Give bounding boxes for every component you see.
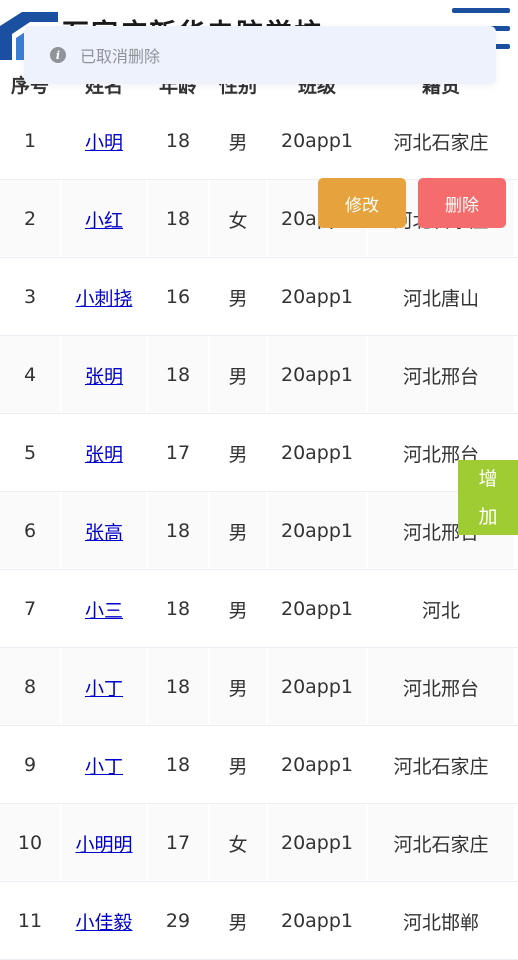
cell-gender: 男 xyxy=(228,599,248,622)
cell-gender: 男 xyxy=(228,443,248,466)
add-button-label-2: 加 xyxy=(478,505,498,528)
cell-hometown: 河北邢台 xyxy=(402,365,479,388)
cell-age: 18 xyxy=(165,364,191,386)
cell-gender: 男 xyxy=(228,287,248,310)
cell-name: 小三 xyxy=(62,570,146,648)
cell-hometown: 河北石家庄 xyxy=(393,131,489,154)
cell-hometown: 河北 xyxy=(421,599,460,622)
cell-gender: 男 xyxy=(228,755,248,778)
cell-age: 18 xyxy=(165,130,191,152)
table-row: 6 张高 18 男 20app1 河北邢台 xyxy=(0,492,518,570)
cell-name: 小丁 xyxy=(62,726,146,804)
cell-hometown: 河北邢台 xyxy=(402,677,479,700)
cell-age: 18 xyxy=(165,754,191,776)
cell-class: 20app1 xyxy=(280,520,354,542)
student-name-link[interactable]: 小红 xyxy=(85,206,123,233)
cell-id: 10 xyxy=(17,832,43,854)
cell-id: 4 xyxy=(23,364,37,386)
cell-id: 9 xyxy=(23,754,37,776)
message-toast: i 已取消删除 xyxy=(24,26,496,84)
table-row: 3 小刺挠 16 男 20app1 河北唐山 xyxy=(0,258,518,336)
cell-age: 17 xyxy=(165,832,191,854)
table-row: 9 小丁 18 男 20app1 河北石家庄 xyxy=(0,726,518,804)
cell-class: 20app1 xyxy=(280,130,354,152)
delete-button[interactable]: 删除 xyxy=(418,178,506,228)
cell-id: 8 xyxy=(23,676,37,698)
cell-hometown: 河北石家庄 xyxy=(393,833,489,856)
cell-age: 16 xyxy=(165,286,191,308)
cell-age: 18 xyxy=(165,208,191,230)
cell-gender: 男 xyxy=(228,677,248,700)
cell-name: 小刺挠 xyxy=(62,258,146,336)
edit-button[interactable]: 修改 xyxy=(318,178,406,228)
cell-age: 18 xyxy=(165,598,191,620)
cell-hometown: 河北邯郸 xyxy=(402,911,479,934)
cell-gender: 男 xyxy=(228,911,248,934)
table-row: 7 小三 18 男 20app1 河北 xyxy=(0,570,518,648)
cell-age: 18 xyxy=(165,676,191,698)
info-icon: i xyxy=(50,47,66,63)
student-name-link[interactable]: 小丁 xyxy=(85,674,123,701)
cell-age: 18 xyxy=(165,520,191,542)
student-name-link[interactable]: 张明 xyxy=(85,362,123,389)
table-row: 5 张明 17 男 20app1 河北邢台 xyxy=(0,414,518,492)
cell-gender: 男 xyxy=(228,521,248,544)
table-row: 8 小丁 18 男 20app1 河北邢台 xyxy=(0,648,518,726)
cell-class: 20app1 xyxy=(280,442,354,464)
add-button-label-1: 增 xyxy=(478,467,498,490)
cell-id: 1 xyxy=(23,130,37,152)
cell-id: 2 xyxy=(23,208,37,230)
cell-gender: 女 xyxy=(228,209,248,232)
cell-name: 小丁 xyxy=(62,648,146,726)
cell-id: 5 xyxy=(23,442,37,464)
cell-name: 小红 xyxy=(62,180,146,258)
cell-name: 小明 xyxy=(62,102,146,180)
student-name-link[interactable]: 小佳毅 xyxy=(75,908,132,935)
student-name-link[interactable]: 小明明 xyxy=(75,830,132,857)
student-name-link[interactable]: 小刺挠 xyxy=(75,284,132,311)
cell-age: 29 xyxy=(165,910,191,932)
cell-class: 20app1 xyxy=(280,286,354,308)
cell-class: 20app1 xyxy=(280,910,354,932)
table-row: 10 小明明 17 女 20app1 河北石家庄 xyxy=(0,804,518,882)
cell-class: 20app1 xyxy=(280,364,354,386)
cell-gender: 男 xyxy=(228,131,248,154)
cell-gender: 女 xyxy=(228,833,248,856)
cell-name: 小佳毅 xyxy=(62,882,146,960)
toast-message: 已取消删除 xyxy=(80,47,161,66)
cell-hometown: 河北唐山 xyxy=(402,287,479,310)
cell-id: 7 xyxy=(23,598,37,620)
cell-name: 小明明 xyxy=(62,804,146,882)
cell-class: 20app1 xyxy=(280,754,354,776)
cell-age: 17 xyxy=(165,442,191,464)
student-name-link[interactable]: 张明 xyxy=(85,440,123,467)
student-name-link[interactable]: 小三 xyxy=(85,596,123,623)
student-name-link[interactable]: 小丁 xyxy=(85,752,123,779)
cell-id: 3 xyxy=(23,286,37,308)
add-button[interactable]: 增 加 xyxy=(458,460,518,535)
cell-class: 20app1 xyxy=(280,832,354,854)
table-row: 1 小明 18 男 20app1 河北石家庄 xyxy=(0,102,518,180)
cell-id: 6 xyxy=(23,520,37,542)
student-name-link[interactable]: 张高 xyxy=(85,518,123,545)
student-name-link[interactable]: 小明 xyxy=(85,128,123,155)
cell-class: 20app1 xyxy=(280,598,354,620)
cell-name: 张明 xyxy=(62,414,146,492)
cell-class: 20app1 xyxy=(280,676,354,698)
cell-name: 张明 xyxy=(62,336,146,414)
table-row: 4 张明 18 男 20app1 河北邢台 xyxy=(0,336,518,414)
cell-gender: 男 xyxy=(228,365,248,388)
cell-name: 张高 xyxy=(62,492,146,570)
cell-id: 11 xyxy=(17,910,43,932)
table-row: 11 小佳毅 29 男 20app1 河北邯郸 xyxy=(0,882,518,960)
cell-hometown: 河北石家庄 xyxy=(393,755,489,778)
